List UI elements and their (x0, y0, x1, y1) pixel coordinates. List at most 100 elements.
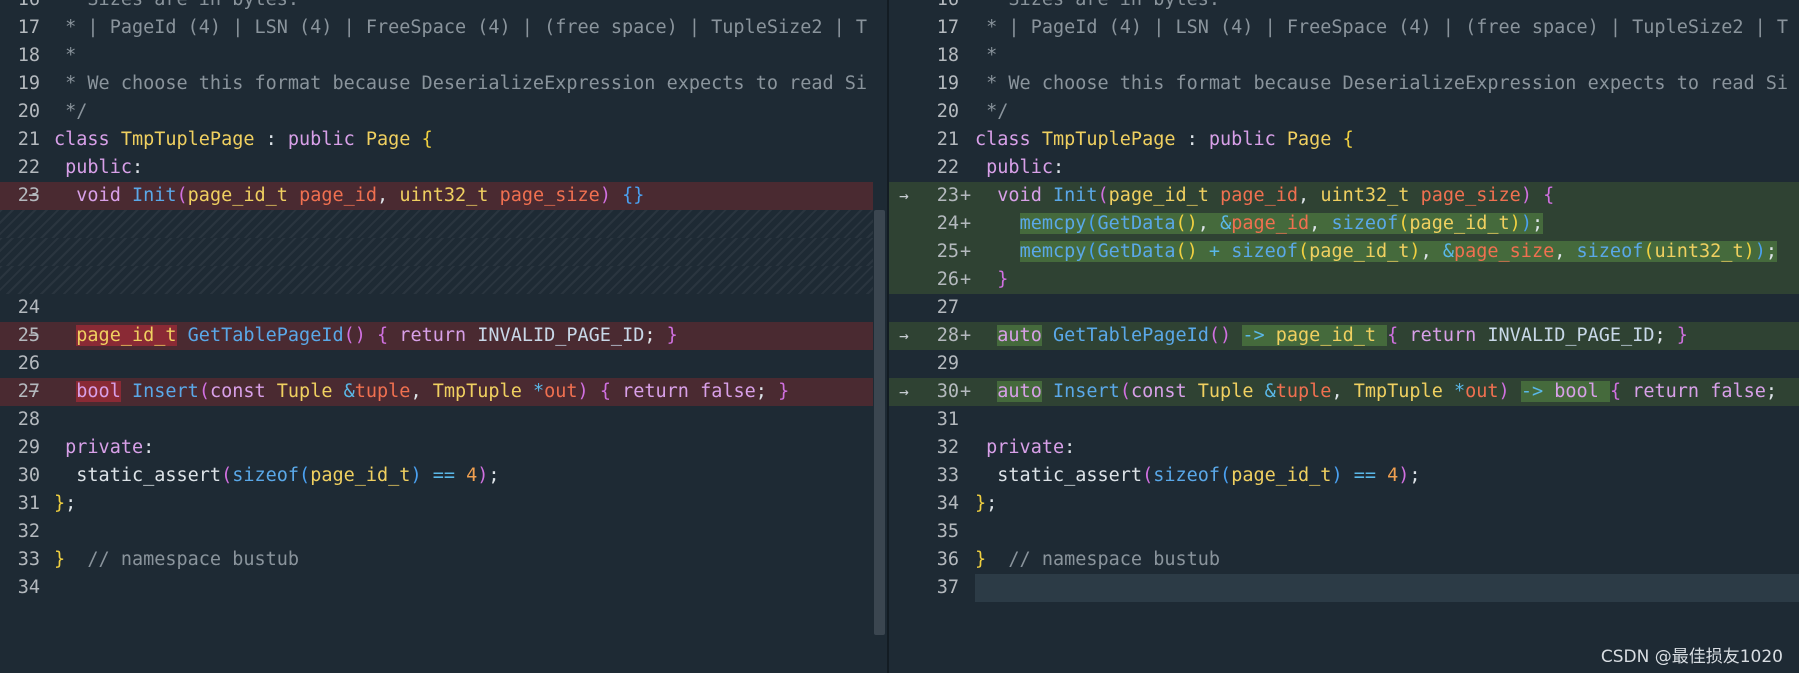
code-token: bool (76, 381, 121, 402)
left-code-line[interactable]: 16 * Sizes are in bytes. (0, 0, 887, 14)
code-token: -> (1520, 381, 1555, 402)
right-code-line[interactable]: 18 * (889, 42, 1799, 70)
left-code-line[interactable] (0, 210, 887, 238)
left-code-line[interactable]: 33} // namespace bustub (0, 546, 887, 574)
left-code-line[interactable]: 32 (0, 518, 887, 546)
left-scrollbar-thumb[interactable] (874, 210, 885, 635)
left-code-line[interactable]: 23− void Init(page_id_t page_id, uint32_… (0, 182, 887, 210)
right-code-line[interactable]: → 28 + auto GetTablePageId() -> page_id_t … (889, 322, 1799, 350)
line-number: 17 (936, 17, 959, 38)
code-token: } (666, 325, 678, 346)
revert-change-arrow-icon[interactable]: → (893, 182, 915, 210)
code-token: ; (488, 465, 500, 486)
revert-change-arrow-icon[interactable]: → (893, 378, 915, 406)
right-code-line[interactable]: 27 (889, 294, 1799, 322)
right-code-line[interactable]: → 23 + void Init(page_id_t page_id, uint32… (889, 182, 1799, 210)
right-code-line[interactable]: 20 */ (889, 98, 1799, 126)
left-code-line[interactable]: 25− page_id_t GetTablePageId() { return … (0, 322, 887, 350)
line-number: 20 (936, 101, 959, 122)
code-token: , (1420, 241, 1443, 262)
code-token: return (610, 381, 701, 402)
left-code-line[interactable]: 34 (0, 574, 887, 602)
code-token: 4 (466, 465, 478, 486)
code-token: GetTablePageId (1052, 325, 1209, 346)
right-code-line[interactable]: 33 static_assert(sizeof(page_id_t) == 4)… (889, 462, 1799, 490)
code-token: Init (131, 185, 177, 206)
code-token: page_id (1231, 213, 1310, 234)
code-token: ( (221, 465, 233, 486)
left-code-line[interactable]: 27− bool Insert(const Tuple &tuple, TmpT… (0, 378, 887, 406)
left-code-line[interactable]: 18 * (0, 42, 887, 70)
code-token: sizeof (1153, 465, 1221, 486)
code-token: ( (1398, 213, 1410, 234)
right-code-line[interactable]: 36} // namespace bustub (889, 546, 1799, 574)
code-text: * (54, 42, 873, 70)
code-token: ( (1086, 241, 1098, 262)
left-code-line[interactable]: 26 (0, 350, 887, 378)
line-number: 30 (17, 465, 40, 486)
right-code-line[interactable]: 35 (889, 518, 1799, 546)
code-token: false (700, 381, 756, 402)
code-token: ( (176, 185, 188, 206)
right-code-line[interactable]: 21 class TmpTuplePage : public Page { (889, 126, 1799, 154)
left-code-line[interactable] (0, 238, 887, 266)
left-code-line[interactable]: 20 */ (0, 98, 887, 126)
left-code-line[interactable]: 22 public: (0, 154, 887, 182)
code-token: * Sizes are in bytes. (975, 0, 1220, 10)
right-code-line[interactable]: 34}; (889, 490, 1799, 518)
right-code-line[interactable]: 19 * We choose this format because Deser… (889, 70, 1799, 98)
left-code-lines: 16 * Sizes are in bytes.17 * | PageId (4… (0, 0, 887, 602)
code-token: TmpTuplePage (120, 129, 255, 150)
code-token: { (1543, 185, 1555, 206)
left-code-line[interactable]: 21 class TmpTuplePage : public Page { (0, 126, 887, 154)
left-code-line[interactable]: 30 static_assert(sizeof(page_id_t) == 4)… (0, 462, 887, 490)
right-diff-pane[interactable]: 16 * Sizes are in bytes.17 * | PageId (4… (889, 0, 1799, 673)
left-code-line[interactable]: 28 (0, 406, 887, 434)
code-token: static_assert (975, 465, 1143, 486)
code-token: () (1208, 325, 1232, 346)
code-text: * Sizes are in bytes. (54, 0, 873, 14)
code-token: { (1342, 129, 1354, 150)
code-text: static_assert(sizeof(page_id_t) == 4); (975, 462, 1799, 490)
code-token: 4 (1387, 465, 1399, 486)
left-code-line[interactable]: 31}; (0, 490, 887, 518)
right-code-line[interactable]: 37 (889, 574, 1799, 602)
right-code-line[interactable]: 25 + memcpy(GetData() + sizeof(page_id_t)… (889, 238, 1799, 266)
revert-change-arrow-icon[interactable]: → (893, 322, 915, 350)
code-token: ( (1643, 241, 1655, 262)
right-code-line[interactable]: 22 public: (889, 154, 1799, 182)
code-text: * Sizes are in bytes. (975, 0, 1799, 14)
code-token: ; (1654, 325, 1677, 346)
right-code-line[interactable]: 24 + memcpy(GetData(), &page_id, sizeof(p… (889, 210, 1799, 238)
code-token: : (1175, 129, 1209, 150)
code-token: out (1465, 381, 1499, 402)
line-number: 33 (17, 549, 40, 570)
right-code-line[interactable]: 31 (889, 406, 1799, 434)
line-number: 34 (936, 493, 959, 514)
left-code-line[interactable]: 17 * | PageId (4) | LSN (4) | FreeSpace … (0, 14, 887, 42)
right-code-line[interactable]: 26 + } (889, 266, 1799, 294)
right-code-line[interactable]: 29 (889, 350, 1799, 378)
code-token: sizeof (1331, 213, 1399, 234)
code-token: auto (997, 381, 1042, 402)
right-code-line[interactable]: 17 * | PageId (4) | LSN (4) | FreeSpace … (889, 14, 1799, 42)
left-code-line[interactable]: 19 * We choose this format because Deser… (0, 70, 887, 98)
code-token: ( (1298, 241, 1310, 262)
code-text (975, 574, 1799, 602)
right-code-line[interactable]: 16 * Sizes are in bytes. (889, 0, 1799, 14)
left-code-line[interactable]: 29 private: (0, 434, 887, 462)
left-code-line[interactable]: 24 (0, 294, 887, 322)
code-token: page_id_t (187, 185, 300, 206)
left-code-line[interactable] (0, 266, 887, 294)
code-token: : (1052, 157, 1065, 178)
code-token: INVALID_PAGE_ID (1487, 325, 1655, 346)
right-code-line[interactable]: 32 private: (889, 434, 1799, 462)
right-code-line[interactable]: → 30 + auto Insert(const Tuple &tuple, Tmp… (889, 378, 1799, 406)
code-token: ) (1498, 381, 1510, 402)
left-diff-pane[interactable]: 16 * Sizes are in bytes.17 * | PageId (4… (0, 0, 887, 673)
line-number: 29 (17, 437, 40, 458)
code-token: * (975, 45, 998, 66)
